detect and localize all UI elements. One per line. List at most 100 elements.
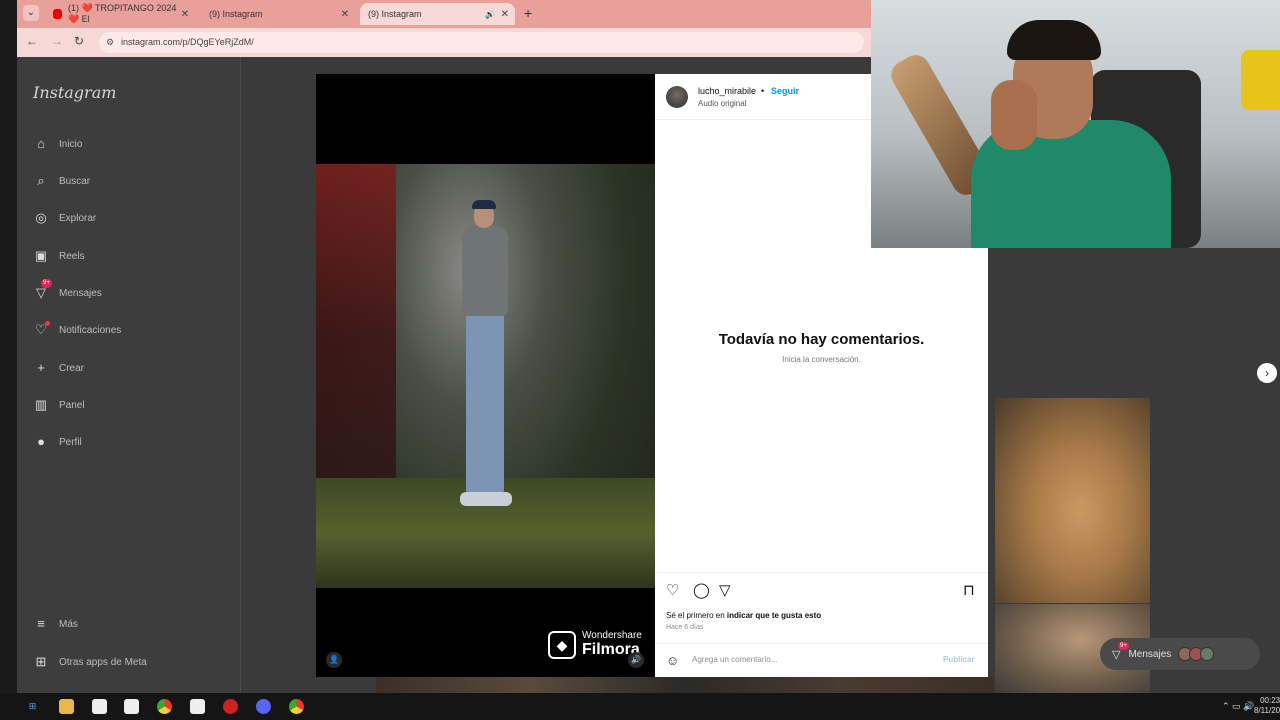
notification-badge: 9+	[1118, 641, 1129, 650]
performer-vest	[462, 226, 508, 316]
sidebar-item-explorar[interactable]: ◎ Explorar	[33, 208, 96, 228]
clock-time: 00:23	[1260, 696, 1280, 705]
messenger-icon: ▽ 9+	[36, 279, 52, 300]
search-icon: ⌕	[37, 173, 45, 188]
performer-legs	[466, 314, 504, 494]
site-info-icon[interactable]: ⚙	[106, 32, 114, 53]
tab-search-chevron-icon[interactable]: ⌄	[23, 5, 39, 21]
share-send-icon[interactable]: ▽	[719, 581, 731, 599]
sidebar-item-mas[interactable]: ≡ Más	[33, 614, 78, 634]
new-tab-plus-icon[interactable]: +	[524, 5, 532, 21]
like-this-link[interactable]: indicar que te gusta esto	[727, 611, 821, 620]
chrome-icon[interactable]	[289, 699, 304, 714]
url-text: instagram.com/p/DQgEYeRjZdM/	[121, 37, 254, 47]
emoji-icon[interactable]: ☺	[666, 653, 679, 668]
browser-tab-instagram-2[interactable]: (9) Instagram 🔊 ✕	[360, 3, 515, 70]
sidebar-item-label: Explorar	[59, 212, 97, 224]
bookmark-icon[interactable]: ⊓	[963, 581, 975, 599]
sidebar-item-perfil[interactable]: ● Perfil	[33, 432, 82, 452]
tagged-user-icon[interactable]: 👤	[326, 652, 342, 668]
likes-prefix: Sé el primero en	[666, 611, 727, 620]
avatar	[1200, 647, 1215, 661]
sidebar-item-label: Buscar	[59, 175, 91, 187]
tab-title: (9) Instagram	[209, 9, 263, 19]
chrome-icon[interactable]	[157, 699, 172, 714]
chart-icon: ▥	[34, 397, 48, 412]
windows-taskbar: ⊞ ⌃ ▭ 🔊 00:23 8/11/20	[0, 693, 1280, 720]
sidebar-item-buscar[interactable]: ⌕ Buscar	[33, 171, 90, 191]
sidebar-item-panel[interactable]: ▥ Panel	[33, 395, 85, 415]
next-post-chevron-icon[interactable]: ›	[1257, 363, 1277, 383]
messages-pill[interactable]: ▽ 9+ Mensajes	[1100, 638, 1260, 670]
sidebar-item-inicio[interactable]: ⌂ Inicio	[33, 134, 82, 154]
plus-icon: +	[37, 360, 45, 375]
heart-icon: ♡	[33, 321, 50, 338]
notification-badge: 9+	[41, 279, 52, 288]
like-heart-icon[interactable]: ♡	[666, 581, 679, 599]
messenger-icon: ▽ 9+	[1112, 641, 1129, 661]
video-frame	[316, 164, 655, 588]
sidebar-item-meta-apps[interactable]: ⊞ Otras apps de Meta	[33, 652, 147, 672]
youtube-icon	[53, 9, 62, 19]
audio-label[interactable]: Audio original	[698, 99, 746, 108]
reload-icon[interactable]: ↻	[74, 34, 84, 48]
publish-button[interactable]: Publicar	[943, 655, 975, 664]
tab-title: (9) Instagram	[368, 9, 422, 19]
browser-toolbar: ← → ↻ ⚙ instagram.com/p/DQgEYeRjZdM/	[17, 28, 871, 57]
feed-thumbnails-strip[interactable]	[376, 677, 994, 693]
document-icon[interactable]	[190, 699, 205, 714]
close-icon[interactable]: ✕	[181, 9, 189, 20]
performer	[456, 200, 516, 524]
windows-start-icon[interactable]: ⊞	[25, 699, 40, 714]
back-arrow-icon[interactable]: ←	[26, 34, 38, 48]
taskbar-clock[interactable]: 00:23 8/11/20	[1254, 696, 1280, 716]
notification-dot	[45, 321, 50, 326]
close-icon[interactable]: ✕	[341, 9, 349, 20]
feed-thumbnail-dog[interactable]	[995, 398, 1150, 603]
sidebar-item-label: Inicio	[59, 138, 83, 150]
person-hair	[1007, 20, 1101, 60]
comment-input[interactable]: Agrega un comentario...	[692, 655, 777, 664]
messages-pill-label: Mensajes	[1128, 648, 1172, 660]
document-icon[interactable]	[124, 699, 139, 714]
filmora-watermark: ◆ Wondershare Filmora	[548, 630, 642, 659]
follow-button[interactable]: Seguir	[771, 86, 799, 96]
person-hand	[991, 80, 1037, 150]
post-username[interactable]: lucho_mirabile	[698, 86, 756, 96]
browser-tab-bar: ⌄ (1) ❤️ TROPITANGO 2024 ❤️ El ✕ (9) Ins…	[17, 0, 871, 70]
sidebar-item-label: Más	[59, 618, 78, 630]
post-date[interactable]: Hace 6 días	[666, 624, 703, 631]
document-icon[interactable]	[92, 699, 107, 714]
avatar[interactable]	[666, 86, 688, 108]
sidebar-item-mensajes[interactable]: ▽ 9+ Mensajes	[33, 279, 102, 303]
webcam-overlay	[871, 0, 1280, 248]
recording-app-icon[interactable]	[223, 699, 238, 714]
post-video[interactable]: ◆ Wondershare Filmora 👤 🔊	[316, 74, 655, 677]
volume-icon[interactable]: 🔊	[628, 652, 644, 668]
discord-icon[interactable]	[256, 699, 271, 714]
forward-arrow-icon[interactable]: →	[51, 34, 63, 48]
sidebar-item-label: Perfil	[59, 436, 82, 448]
comment-bubble-icon[interactable]: ◯	[693, 581, 710, 599]
home-icon: ⌂	[37, 136, 45, 151]
browser-tab-youtube[interactable]: (1) ❤️ TROPITANGO 2024 ❤️ El ✕	[45, 3, 195, 25]
screen: ⌄ (1) ❤️ TROPITANGO 2024 ❤️ El ✕ (9) Ins…	[0, 0, 1280, 720]
system-tray-icons[interactable]: ⌃ ▭ 🔊	[1222, 701, 1254, 712]
speaker-icon[interactable]: 🔊	[485, 10, 495, 19]
close-icon[interactable]: ✕	[501, 9, 509, 20]
sidebar-item-crear[interactable]: + Crear	[33, 358, 84, 378]
address-bar[interactable]: ⚙ instagram.com/p/DQgEYeRjZdM/	[99, 32, 864, 53]
avatar-icon: ●	[37, 434, 45, 449]
browser-tab-instagram-1[interactable]: (9) Instagram ✕	[201, 3, 355, 70]
compass-icon: ◎	[35, 210, 47, 225]
tab-title: (1) ❤️ TROPITANGO 2024 ❤️ El	[67, 3, 177, 24]
watermark-line1: Wondershare	[582, 630, 642, 641]
grid-apps-icon: ⊞	[35, 654, 47, 669]
yellow-object	[1241, 50, 1280, 110]
sidebar-item-reels[interactable]: ▣ Reels	[33, 246, 85, 266]
file-explorer-icon[interactable]	[59, 699, 74, 714]
instagram-logo[interactable]: Instagram	[33, 83, 116, 102]
filmora-logo-icon: ◆	[548, 630, 576, 659]
sidebar-item-notificaciones[interactable]: ♡ Notificaciones	[33, 320, 121, 340]
sidebar-item-label: Otras apps de Meta	[59, 656, 147, 668]
